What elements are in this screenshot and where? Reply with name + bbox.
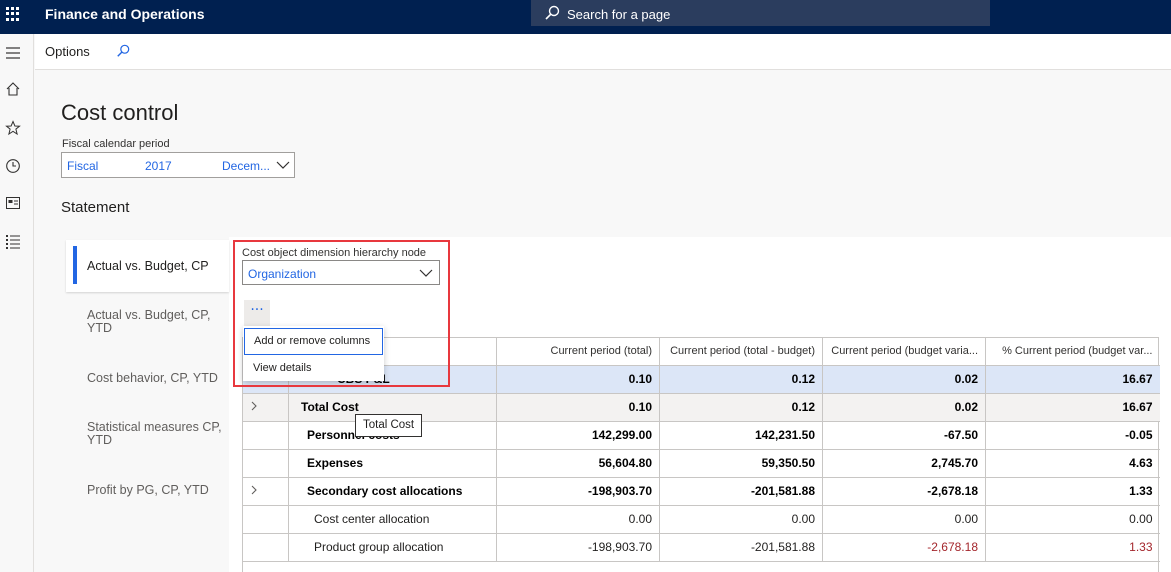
row-expander bbox=[242, 421, 289, 450]
action-search-icon[interactable] bbox=[116, 44, 130, 58]
cell-value: 4.63 bbox=[985, 449, 1160, 478]
row-name: Cost center allocation bbox=[288, 505, 497, 534]
statement-heading: Statement bbox=[61, 199, 130, 216]
column-header[interactable]: % Current period (budget var... bbox=[985, 337, 1160, 366]
cell-value: 0.00 bbox=[985, 505, 1160, 534]
chevron-right-icon bbox=[251, 401, 257, 411]
fiscal-period-selector[interactable]: Fiscal 2017 Decem... bbox=[61, 152, 295, 178]
column-header[interactable]: Current period (total) bbox=[496, 337, 660, 366]
row-expander bbox=[242, 505, 289, 534]
tab-statistical-measures[interactable]: Statistical measures CP, YTD bbox=[66, 421, 226, 461]
cell-value: -198,903.70 bbox=[496, 477, 660, 506]
row-expander[interactable] bbox=[242, 393, 289, 422]
table-row[interactable]: Product group allocation -198,903.70 -20… bbox=[242, 533, 1160, 562]
cell-value: 0.10 bbox=[496, 393, 660, 422]
search-placeholder: Search for a page bbox=[567, 7, 671, 22]
cell-value: 0.02 bbox=[822, 365, 986, 394]
options-tab[interactable]: Options bbox=[45, 44, 90, 59]
column-header[interactable]: Current period (total - budget) bbox=[659, 337, 823, 366]
modules-list-icon[interactable] bbox=[5, 233, 21, 249]
tab-profit-by-pg[interactable]: Profit by PG, CP, YTD bbox=[66, 484, 229, 504]
app-name[interactable]: Finance and Operations bbox=[45, 6, 204, 22]
tab-label: Statistical measures CP, YTD bbox=[87, 420, 222, 447]
tab-cost-behavior[interactable]: Cost behavior, CP, YTD bbox=[66, 372, 229, 392]
cell-value: 56,604.80 bbox=[496, 449, 660, 478]
cell-value: 16.67 bbox=[985, 365, 1160, 394]
cell-value: 0.12 bbox=[659, 393, 823, 422]
cell-value-negative: -2,678.18 bbox=[822, 477, 986, 506]
action-bar: Options bbox=[35, 34, 1171, 70]
chevron-down-icon bbox=[276, 161, 290, 169]
workspaces-icon[interactable] bbox=[5, 195, 21, 211]
recent-clock-icon[interactable] bbox=[5, 158, 21, 174]
hamburger-menu-icon[interactable] bbox=[5, 45, 21, 61]
cell-value: 0.10 bbox=[496, 365, 660, 394]
cell-value-negative: 1.33 bbox=[985, 533, 1160, 562]
row-name: Product group allocation bbox=[288, 533, 497, 562]
row-name: Secondary cost allocations bbox=[288, 477, 497, 506]
cell-value: 0.00 bbox=[822, 505, 986, 534]
row-expander[interactable] bbox=[242, 477, 289, 506]
cell-value: 16.67 bbox=[985, 393, 1160, 422]
page-title: Cost control bbox=[61, 100, 179, 125]
tab-label: Profit by PG, CP, YTD bbox=[87, 483, 209, 497]
nav-rail bbox=[0, 34, 34, 572]
cell-value: -201,581.88 bbox=[659, 477, 823, 506]
cell-value: 142,231.50 bbox=[659, 421, 823, 450]
highlight-annotation-box bbox=[233, 240, 450, 387]
cell-value-negative: -2,678.18 bbox=[822, 533, 986, 562]
table-row[interactable]: Cost center allocation 0.00 0.00 0.00 0.… bbox=[242, 505, 1160, 534]
tab-actual-vs-budget-cp-ytd[interactable]: Actual vs. Budget, CP, YTD bbox=[66, 309, 216, 349]
app-launcher-icon[interactable] bbox=[6, 7, 20, 21]
home-icon[interactable] bbox=[5, 81, 21, 97]
table-row[interactable]: Expenses 56,604.80 59,350.50 2,745.70 4.… bbox=[242, 449, 1160, 478]
column-header[interactable]: Current period (budget varia... bbox=[822, 337, 986, 366]
fiscal-period-value: Decem... bbox=[222, 159, 271, 173]
cell-value: -67.50 bbox=[822, 421, 986, 450]
selected-tab-indicator bbox=[73, 246, 77, 284]
cell-value: 2,745.70 bbox=[822, 449, 986, 478]
cell-value: 0.00 bbox=[496, 505, 660, 534]
cell-value: -201,581.88 bbox=[659, 533, 823, 562]
top-bar: Finance and Operations Search for a page bbox=[0, 0, 1171, 34]
tab-label: Actual vs. Budget, CP, YTD bbox=[87, 308, 211, 335]
fiscal-year-value: 2017 bbox=[145, 159, 172, 173]
tab-actual-vs-budget-cp[interactable]: Actual vs. Budget, CP bbox=[66, 240, 229, 292]
tab-label: Cost behavior, CP, YTD bbox=[87, 371, 218, 385]
page-search-box[interactable]: Search for a page bbox=[531, 0, 990, 26]
fiscal-calendar-value: Fiscal bbox=[67, 159, 99, 173]
favorites-star-icon[interactable] bbox=[5, 120, 21, 136]
cell-value: 142,299.00 bbox=[496, 421, 660, 450]
cell-value: -198,903.70 bbox=[496, 533, 660, 562]
cell-value-negative: 1.33 bbox=[985, 477, 1160, 506]
fiscal-period-label: Fiscal calendar period bbox=[62, 138, 170, 150]
cell-value: 0.12 bbox=[659, 365, 823, 394]
tab-label: Actual vs. Budget, CP bbox=[87, 259, 209, 273]
row-name: Expenses bbox=[288, 449, 497, 478]
tooltip: Total Cost bbox=[355, 414, 423, 437]
search-icon bbox=[545, 5, 560, 20]
cell-value: -0.05 bbox=[985, 421, 1160, 450]
cell-value: 59,350.50 bbox=[659, 449, 823, 478]
cell-value: 0.02 bbox=[822, 393, 986, 422]
row-expander bbox=[242, 449, 289, 478]
chevron-right-icon bbox=[251, 485, 257, 495]
cell-value: 0.00 bbox=[659, 505, 823, 534]
row-expander bbox=[242, 533, 289, 562]
table-row[interactable]: Secondary cost allocations -198,903.70 -… bbox=[242, 477, 1160, 506]
